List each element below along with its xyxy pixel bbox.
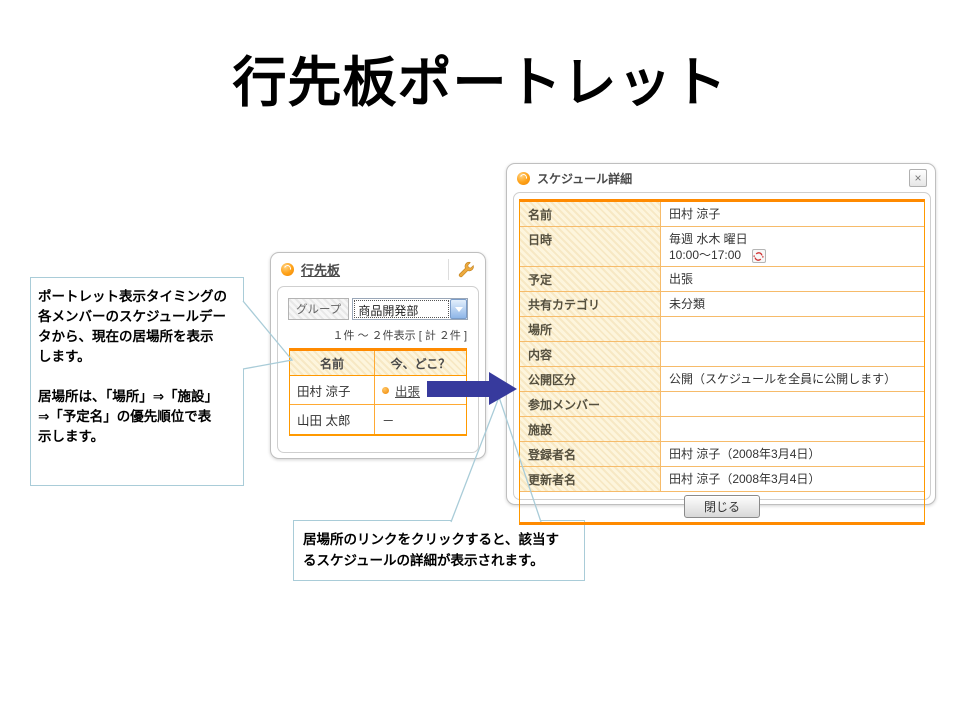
member-name: 田村 涼子 bbox=[290, 376, 374, 404]
detail-label: 名前 bbox=[520, 202, 660, 226]
detail-value bbox=[660, 417, 924, 441]
schedule-detail-table: 名前 田村 涼子 日時 毎週 水木 曜日 10:00～17:00 bbox=[519, 199, 925, 525]
group-label: グループ bbox=[288, 298, 349, 320]
bottom-callout-text: 居場所のリンクをクリックすると、該当す るスケジュールの詳細が表示されます。 bbox=[303, 529, 575, 571]
table-row: 田村 涼子 出張 bbox=[290, 376, 466, 405]
detail-value: 公開（スケジュールを全員に公開します） bbox=[660, 367, 924, 391]
detail-value bbox=[660, 392, 924, 416]
orange-dot-icon bbox=[382, 387, 389, 394]
repeat-icon[interactable] bbox=[752, 249, 766, 263]
dialog-title: スケジュール詳細 bbox=[537, 170, 632, 187]
detail-row: 日時 毎週 水木 曜日 10:00～17:00 bbox=[520, 227, 924, 267]
portlet-bullet-icon bbox=[281, 263, 294, 276]
detail-label: 施設 bbox=[520, 417, 660, 441]
detail-row: 予定 出張 bbox=[520, 267, 924, 292]
detail-value: 田村 涼子（2008年3月4日） bbox=[660, 467, 924, 491]
member-name: 山田 太郎 bbox=[290, 405, 374, 434]
detail-label: 内容 bbox=[520, 342, 660, 366]
member-location-cell: － bbox=[374, 405, 466, 434]
detail-row: 場所 bbox=[520, 317, 924, 342]
detail-row: 共有カテゴリ 未分類 bbox=[520, 292, 924, 317]
detail-label: 参加メンバー bbox=[520, 392, 660, 416]
schedule-detail-dialog: スケジュール詳細 × 名前 田村 涼子 日時 毎週 水木 曜日 10:00～17… bbox=[506, 163, 936, 505]
column-header-name: 名前 bbox=[290, 351, 374, 375]
detail-row: 登録者名 田村 涼子（2008年3月4日） bbox=[520, 442, 924, 467]
location-link[interactable]: 出張 bbox=[395, 381, 420, 400]
detail-value bbox=[660, 317, 924, 341]
member-table: 名前 今、どこ？ 田村 涼子 出張 山田 太郎 － bbox=[289, 348, 467, 436]
portlet-title-link[interactable]: 行先板 bbox=[301, 260, 340, 279]
column-header-where: 今、どこ？ bbox=[374, 351, 466, 375]
detail-row: 公開区分 公開（スケジュールを全員に公開します） bbox=[520, 367, 924, 392]
group-select-value: 商品開発部 bbox=[354, 300, 449, 318]
close-button[interactable]: 閉じる bbox=[684, 495, 760, 518]
portlet-header: 行先板 bbox=[271, 253, 485, 286]
detail-value-text: 毎週 水木 曜日 10:00～17:00 bbox=[669, 231, 748, 263]
dialog-body: 名前 田村 涼子 日時 毎週 水木 曜日 10:00～17:00 bbox=[513, 192, 931, 500]
detail-row: 参加メンバー bbox=[520, 392, 924, 417]
table-header-row: 名前 今、どこ？ bbox=[290, 351, 466, 376]
bottom-callout: 居場所のリンクをクリックすると、該当す るスケジュールの詳細が表示されます。 bbox=[293, 520, 585, 581]
detail-label: 公開区分 bbox=[520, 367, 660, 391]
detail-value bbox=[660, 342, 924, 366]
dialog-bullet-icon bbox=[517, 172, 530, 185]
detail-label: 場所 bbox=[520, 317, 660, 341]
left-callout: ポートレット表示タイミングの 各メンバーのスケジュールデー タから、現在の居場所… bbox=[30, 277, 244, 486]
detail-label: 日時 bbox=[520, 227, 660, 266]
detail-row: 名前 田村 涼子 bbox=[520, 202, 924, 227]
settings-wrench-icon[interactable] bbox=[456, 260, 475, 279]
detail-value: 毎週 水木 曜日 10:00～17:00 bbox=[660, 227, 924, 266]
detail-value: 田村 涼子（2008年3月4日） bbox=[660, 442, 924, 466]
detail-label: 共有カテゴリ bbox=[520, 292, 660, 316]
page-title: 行先板ポートレット bbox=[0, 38, 960, 117]
detail-value: 田村 涼子 bbox=[660, 202, 924, 226]
group-row: グループ 商品開発部 bbox=[288, 298, 468, 320]
dialog-button-row: 閉じる bbox=[520, 492, 924, 522]
chevron-down-icon[interactable] bbox=[450, 299, 467, 319]
detail-value-text: 公開（スケジュールを全員に公開します） bbox=[669, 371, 896, 387]
detail-row: 更新者名 田村 涼子（2008年3月4日） bbox=[520, 467, 924, 492]
detail-row: 内容 bbox=[520, 342, 924, 367]
close-icon[interactable]: × bbox=[909, 169, 927, 187]
pagination-stats: １件 ～ ２件表示 [ 計 ２件 ] bbox=[278, 327, 467, 343]
detail-label: 予定 bbox=[520, 267, 660, 291]
table-row: 山田 太郎 － bbox=[290, 405, 466, 434]
detail-row: 施設 bbox=[520, 417, 924, 442]
left-callout-text: ポートレット表示タイミングの 各メンバーのスケジュールデー タから、現在の居場所… bbox=[38, 287, 236, 447]
header-divider bbox=[448, 259, 449, 280]
member-location-cell: 出張 bbox=[374, 376, 466, 404]
detail-value-text: 田村 涼子（2008年3月4日） bbox=[669, 471, 820, 487]
portlet-body: グループ 商品開発部 １件 ～ ２件表示 [ 計 ２件 ] 名前 今、どこ？ 田… bbox=[277, 286, 479, 453]
destination-board-portlet: 行先板 グループ 商品開発部 １件 ～ ２件表示 [ 計 ２件 ] 名前 bbox=[270, 252, 486, 459]
dialog-header: スケジュール詳細 × bbox=[507, 164, 935, 192]
detail-value-text: 田村 涼子 bbox=[669, 206, 720, 222]
detail-value-text: 出張 bbox=[669, 271, 693, 287]
detail-value: 未分類 bbox=[660, 292, 924, 316]
slide-canvas: 行先板ポートレット ポートレット表示タイミングの 各メンバーのスケジュールデー … bbox=[0, 0, 960, 720]
group-select[interactable]: 商品開発部 bbox=[352, 298, 468, 320]
detail-label: 登録者名 bbox=[520, 442, 660, 466]
detail-value-text: 田村 涼子（2008年3月4日） bbox=[669, 446, 820, 462]
detail-value-text: 未分類 bbox=[669, 296, 705, 312]
detail-value: 出張 bbox=[660, 267, 924, 291]
detail-label: 更新者名 bbox=[520, 467, 660, 491]
